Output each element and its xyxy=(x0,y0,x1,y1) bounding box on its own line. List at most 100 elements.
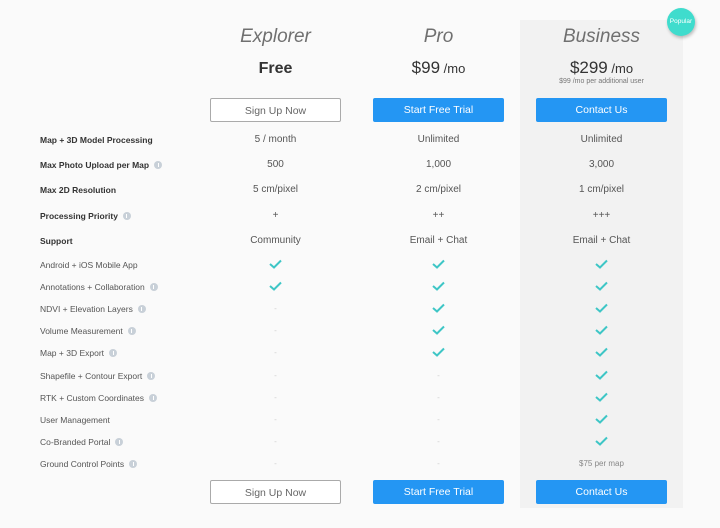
feature-value: $75 per map xyxy=(579,459,624,468)
feature-value: 3,000 xyxy=(588,159,615,170)
feature-label: Annotations + Collaboration xyxy=(40,280,158,294)
pro-cta-button-bottom[interactable]: Start Free Trial xyxy=(373,480,504,504)
feature-label-text: Processing Priority xyxy=(40,211,118,221)
feature-label: Map + 3D Model Processing xyxy=(40,133,153,147)
feature-label: Co-Branded Portal xyxy=(40,435,124,449)
plan-price-explorer: Free xyxy=(210,60,341,78)
feature-label-text: Max Photo Upload per Map xyxy=(40,160,150,170)
feature-value: 5 / month xyxy=(254,134,297,145)
not-included-dash: - xyxy=(437,459,440,468)
feature-label: Android + iOS Mobile App xyxy=(40,258,138,272)
feature-label-text: Annotations + Collaboration xyxy=(40,282,145,292)
feature-value: Unlimited xyxy=(417,134,460,145)
not-included-dash: - xyxy=(437,393,440,402)
feature-label-text: Map + 3D Export xyxy=(40,348,105,358)
not-included-dash: - xyxy=(437,371,440,380)
plan-name-business: Business xyxy=(562,26,641,47)
feature-value: Email + Chat xyxy=(572,235,631,246)
info-icon[interactable] xyxy=(137,305,146,313)
feature-value: ++ xyxy=(432,210,445,221)
feature-value: + xyxy=(272,210,279,221)
feature-value: 2 cm/pixel xyxy=(415,184,461,195)
feature-value: Email + Chat xyxy=(409,235,468,246)
check-icon xyxy=(536,324,667,338)
feature-label: NDVI + Elevation Layers xyxy=(40,302,146,316)
not-included-dash: - xyxy=(274,459,277,468)
plan-name-explorer: Explorer xyxy=(240,26,311,47)
feature-label: Ground Control Points xyxy=(40,457,138,471)
check-icon xyxy=(536,346,667,360)
check-icon xyxy=(536,280,667,294)
not-included-dash: - xyxy=(274,415,277,424)
feature-value: Community xyxy=(250,235,301,246)
info-icon[interactable] xyxy=(129,460,138,468)
feature-label: Processing Priority xyxy=(40,209,131,223)
not-included-dash: - xyxy=(274,304,277,313)
check-icon xyxy=(210,280,341,294)
check-icon xyxy=(210,258,341,272)
check-icon xyxy=(373,346,504,360)
not-included-dash: - xyxy=(274,326,277,335)
check-icon xyxy=(373,280,504,294)
check-icon xyxy=(536,391,667,405)
not-included-dash: - xyxy=(274,348,277,357)
info-icon[interactable] xyxy=(122,212,131,220)
check-icon xyxy=(536,435,667,449)
business-cta-button-top[interactable]: Contact Us xyxy=(536,98,667,122)
info-icon[interactable] xyxy=(109,349,118,357)
check-icon xyxy=(536,302,667,316)
feature-label-text: User Management xyxy=(40,415,110,425)
check-icon xyxy=(373,324,504,338)
feature-label: Support xyxy=(40,234,73,248)
feature-value: 500 xyxy=(267,159,284,170)
feature-label: Max Photo Upload per Map xyxy=(40,158,163,172)
feature-label-text: Map + 3D Model Processing xyxy=(40,135,153,145)
info-icon[interactable] xyxy=(154,161,163,169)
check-icon xyxy=(373,258,504,272)
business-cta-button-bottom[interactable]: Contact Us xyxy=(536,480,667,504)
price-unit: /mo xyxy=(440,61,466,76)
explorer-cta-button-top[interactable]: Sign Up Now xyxy=(210,98,341,122)
feature-label-text: Support xyxy=(40,236,73,246)
feature-label-text: Ground Control Points xyxy=(40,459,125,469)
plan-name-pro: Pro xyxy=(423,26,454,47)
info-icon[interactable] xyxy=(115,438,124,446)
price-amount: $299 xyxy=(569,58,608,77)
feature-label: Max 2D Resolution xyxy=(40,183,116,197)
info-icon[interactable] xyxy=(147,372,156,380)
check-icon xyxy=(373,302,504,316)
not-included-dash: - xyxy=(274,371,277,380)
feature-label-text: Co-Branded Portal xyxy=(40,437,111,447)
not-included-dash: - xyxy=(437,415,440,424)
not-included-dash: - xyxy=(274,437,277,446)
feature-value: 1,000 xyxy=(425,159,452,170)
check-icon xyxy=(536,258,667,272)
plan-price-note-business: $99 /mo per additional user xyxy=(559,78,644,85)
feature-value: +++ xyxy=(592,210,611,221)
feature-label-text: Android + iOS Mobile App xyxy=(40,260,138,270)
feature-label: Shapefile + Contour Export xyxy=(40,369,156,383)
feature-label: Volume Measurement xyxy=(40,324,136,338)
check-icon xyxy=(536,369,667,383)
not-included-dash: - xyxy=(274,393,277,402)
not-included-dash: - xyxy=(437,437,440,446)
feature-value: 5 cm/pixel xyxy=(252,184,298,195)
feature-label: Map + 3D Export xyxy=(40,346,118,360)
price-amount: Free xyxy=(258,60,293,77)
check-icon xyxy=(536,413,667,427)
info-icon[interactable] xyxy=(149,283,158,291)
pro-cta-button-top[interactable]: Start Free Trial xyxy=(373,98,504,122)
price-unit: /mo xyxy=(607,61,634,76)
popular-badge: Popular xyxy=(667,8,695,36)
feature-value: 1 cm/pixel xyxy=(578,184,624,195)
info-icon[interactable] xyxy=(127,327,136,335)
feature-value: Unlimited xyxy=(580,134,623,145)
plan-price-pro: $99 /mo xyxy=(373,58,504,78)
feature-label: RTK + Custom Coordinates xyxy=(40,391,158,405)
price-amount: $99 xyxy=(411,58,441,77)
plan-price-business: $299 /mo xyxy=(536,58,667,78)
explorer-cta-button-bottom[interactable]: Sign Up Now xyxy=(210,480,341,504)
info-icon[interactable] xyxy=(149,394,158,402)
feature-label: User Management xyxy=(40,413,110,427)
feature-label-text: Shapefile + Contour Export xyxy=(40,371,143,381)
